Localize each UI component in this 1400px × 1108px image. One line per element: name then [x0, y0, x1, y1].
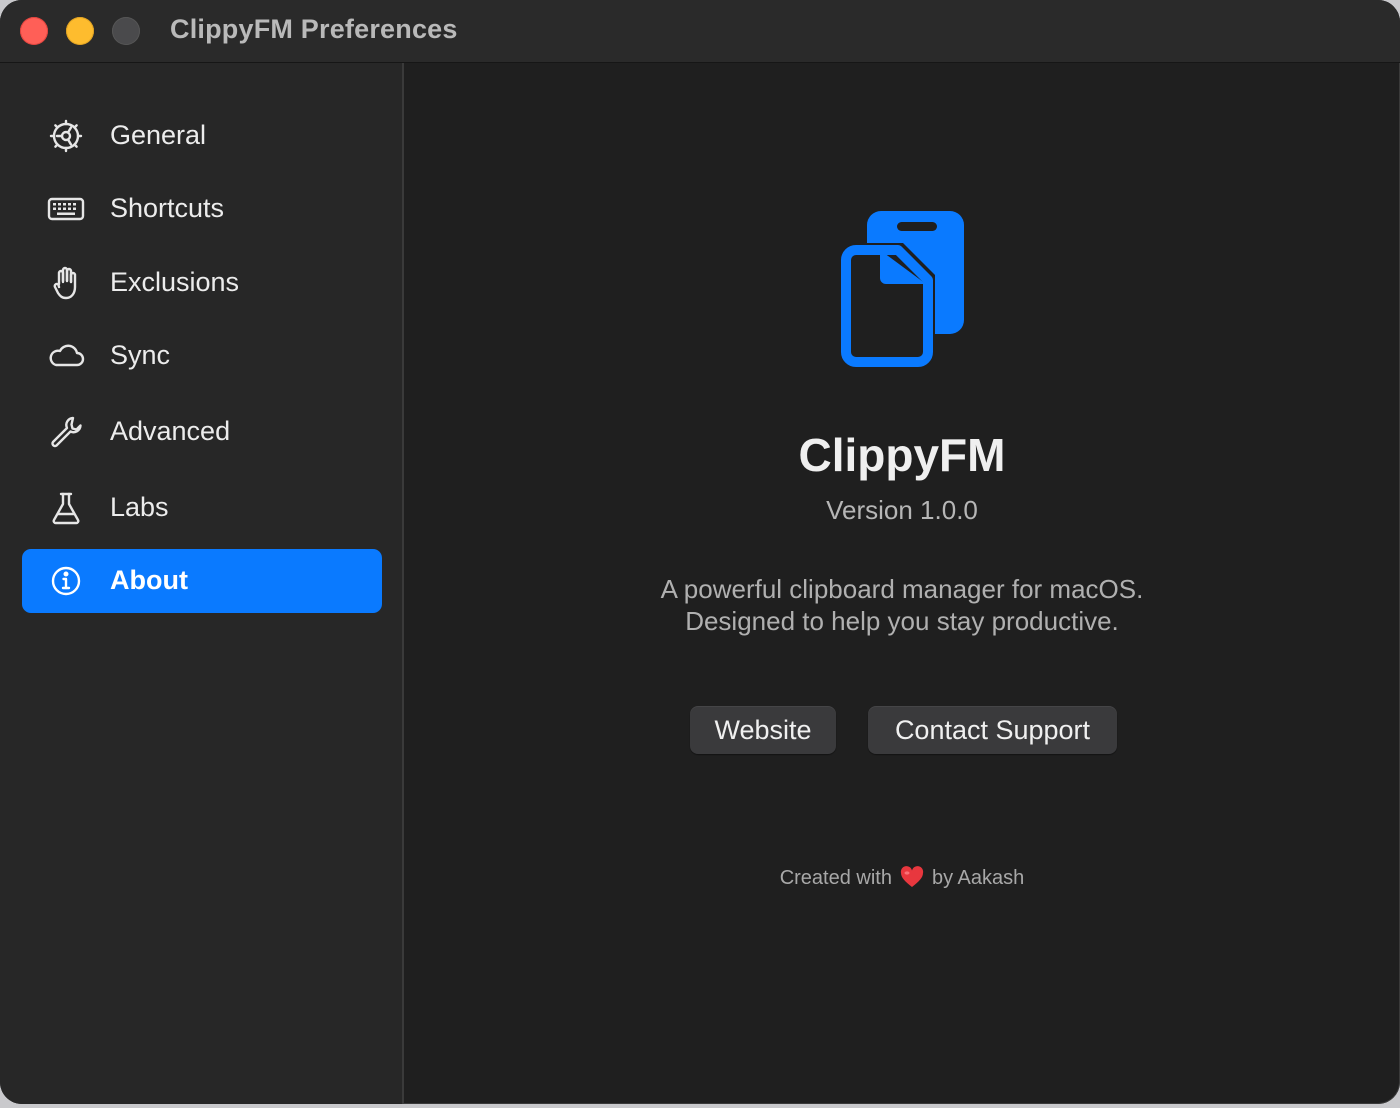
info-icon — [46, 563, 86, 599]
sidebar-item-label: Labs — [110, 492, 169, 522]
sidebar-item-label: Sync — [110, 340, 171, 370]
sidebar-item-label: Advanced — [110, 416, 231, 446]
sidebar-item-advanced[interactable]: Advanced — [22, 400, 382, 464]
credit-suffix: by Aakash — [931, 867, 1025, 889]
website-button[interactable]: Website — [690, 706, 836, 754]
app-version: Version 1.0.0 — [826, 495, 978, 525]
app-description-line2: Designed to help you stay productive. — [685, 606, 1119, 636]
window-title: ClippyFM Preferences — [170, 14, 458, 44]
hand-icon — [46, 265, 86, 301]
contact-support-button[interactable]: Contact Support — [868, 706, 1117, 754]
app-description-line1: A powerful clipboard manager for macOS. — [660, 574, 1144, 604]
sidebar-item-label: Shortcuts — [110, 193, 225, 223]
sidebar-item-label: Exclusions — [110, 267, 240, 297]
close-window-button[interactable] — [20, 17, 48, 45]
sidebar-item-shortcuts[interactable]: Shortcuts — [22, 177, 382, 241]
minimize-window-button[interactable] — [66, 17, 94, 45]
sidebar-item-labs[interactable]: Labs — [22, 476, 382, 540]
flask-icon — [46, 490, 86, 526]
clipboard-docs-icon — [834, 208, 974, 374]
app-name: ClippyFM — [798, 429, 1006, 481]
gear-icon — [46, 118, 86, 154]
credit-prefix: Created with — [779, 867, 892, 889]
wrench-icon — [46, 414, 86, 450]
credit-line: Created with by Aakash — [404, 866, 1400, 894]
sidebar-item-general[interactable]: General — [22, 104, 382, 168]
sidebar: General Shortcuts Exclusions Sync Advanc… — [0, 63, 404, 1104]
sidebar-item-label: About — [110, 565, 188, 595]
sidebar-item-about[interactable]: About — [22, 549, 382, 613]
cloud-icon — [46, 338, 86, 374]
sidebar-item-label: General — [110, 120, 207, 150]
about-panel: ClippyFM Version 1.0.0 A powerful clipbo… — [404, 63, 1400, 1104]
sidebar-item-sync[interactable]: Sync — [22, 324, 382, 388]
heart-icon — [900, 866, 924, 894]
sidebar-item-exclusions[interactable]: Exclusions — [22, 251, 382, 315]
keyboard-icon — [46, 191, 86, 227]
zoom-window-button[interactable] — [112, 17, 140, 45]
title-bar: ClippyFM Preferences — [0, 0, 1400, 63]
preferences-window: ClippyFM Preferences General Shortcuts E… — [0, 0, 1400, 1104]
